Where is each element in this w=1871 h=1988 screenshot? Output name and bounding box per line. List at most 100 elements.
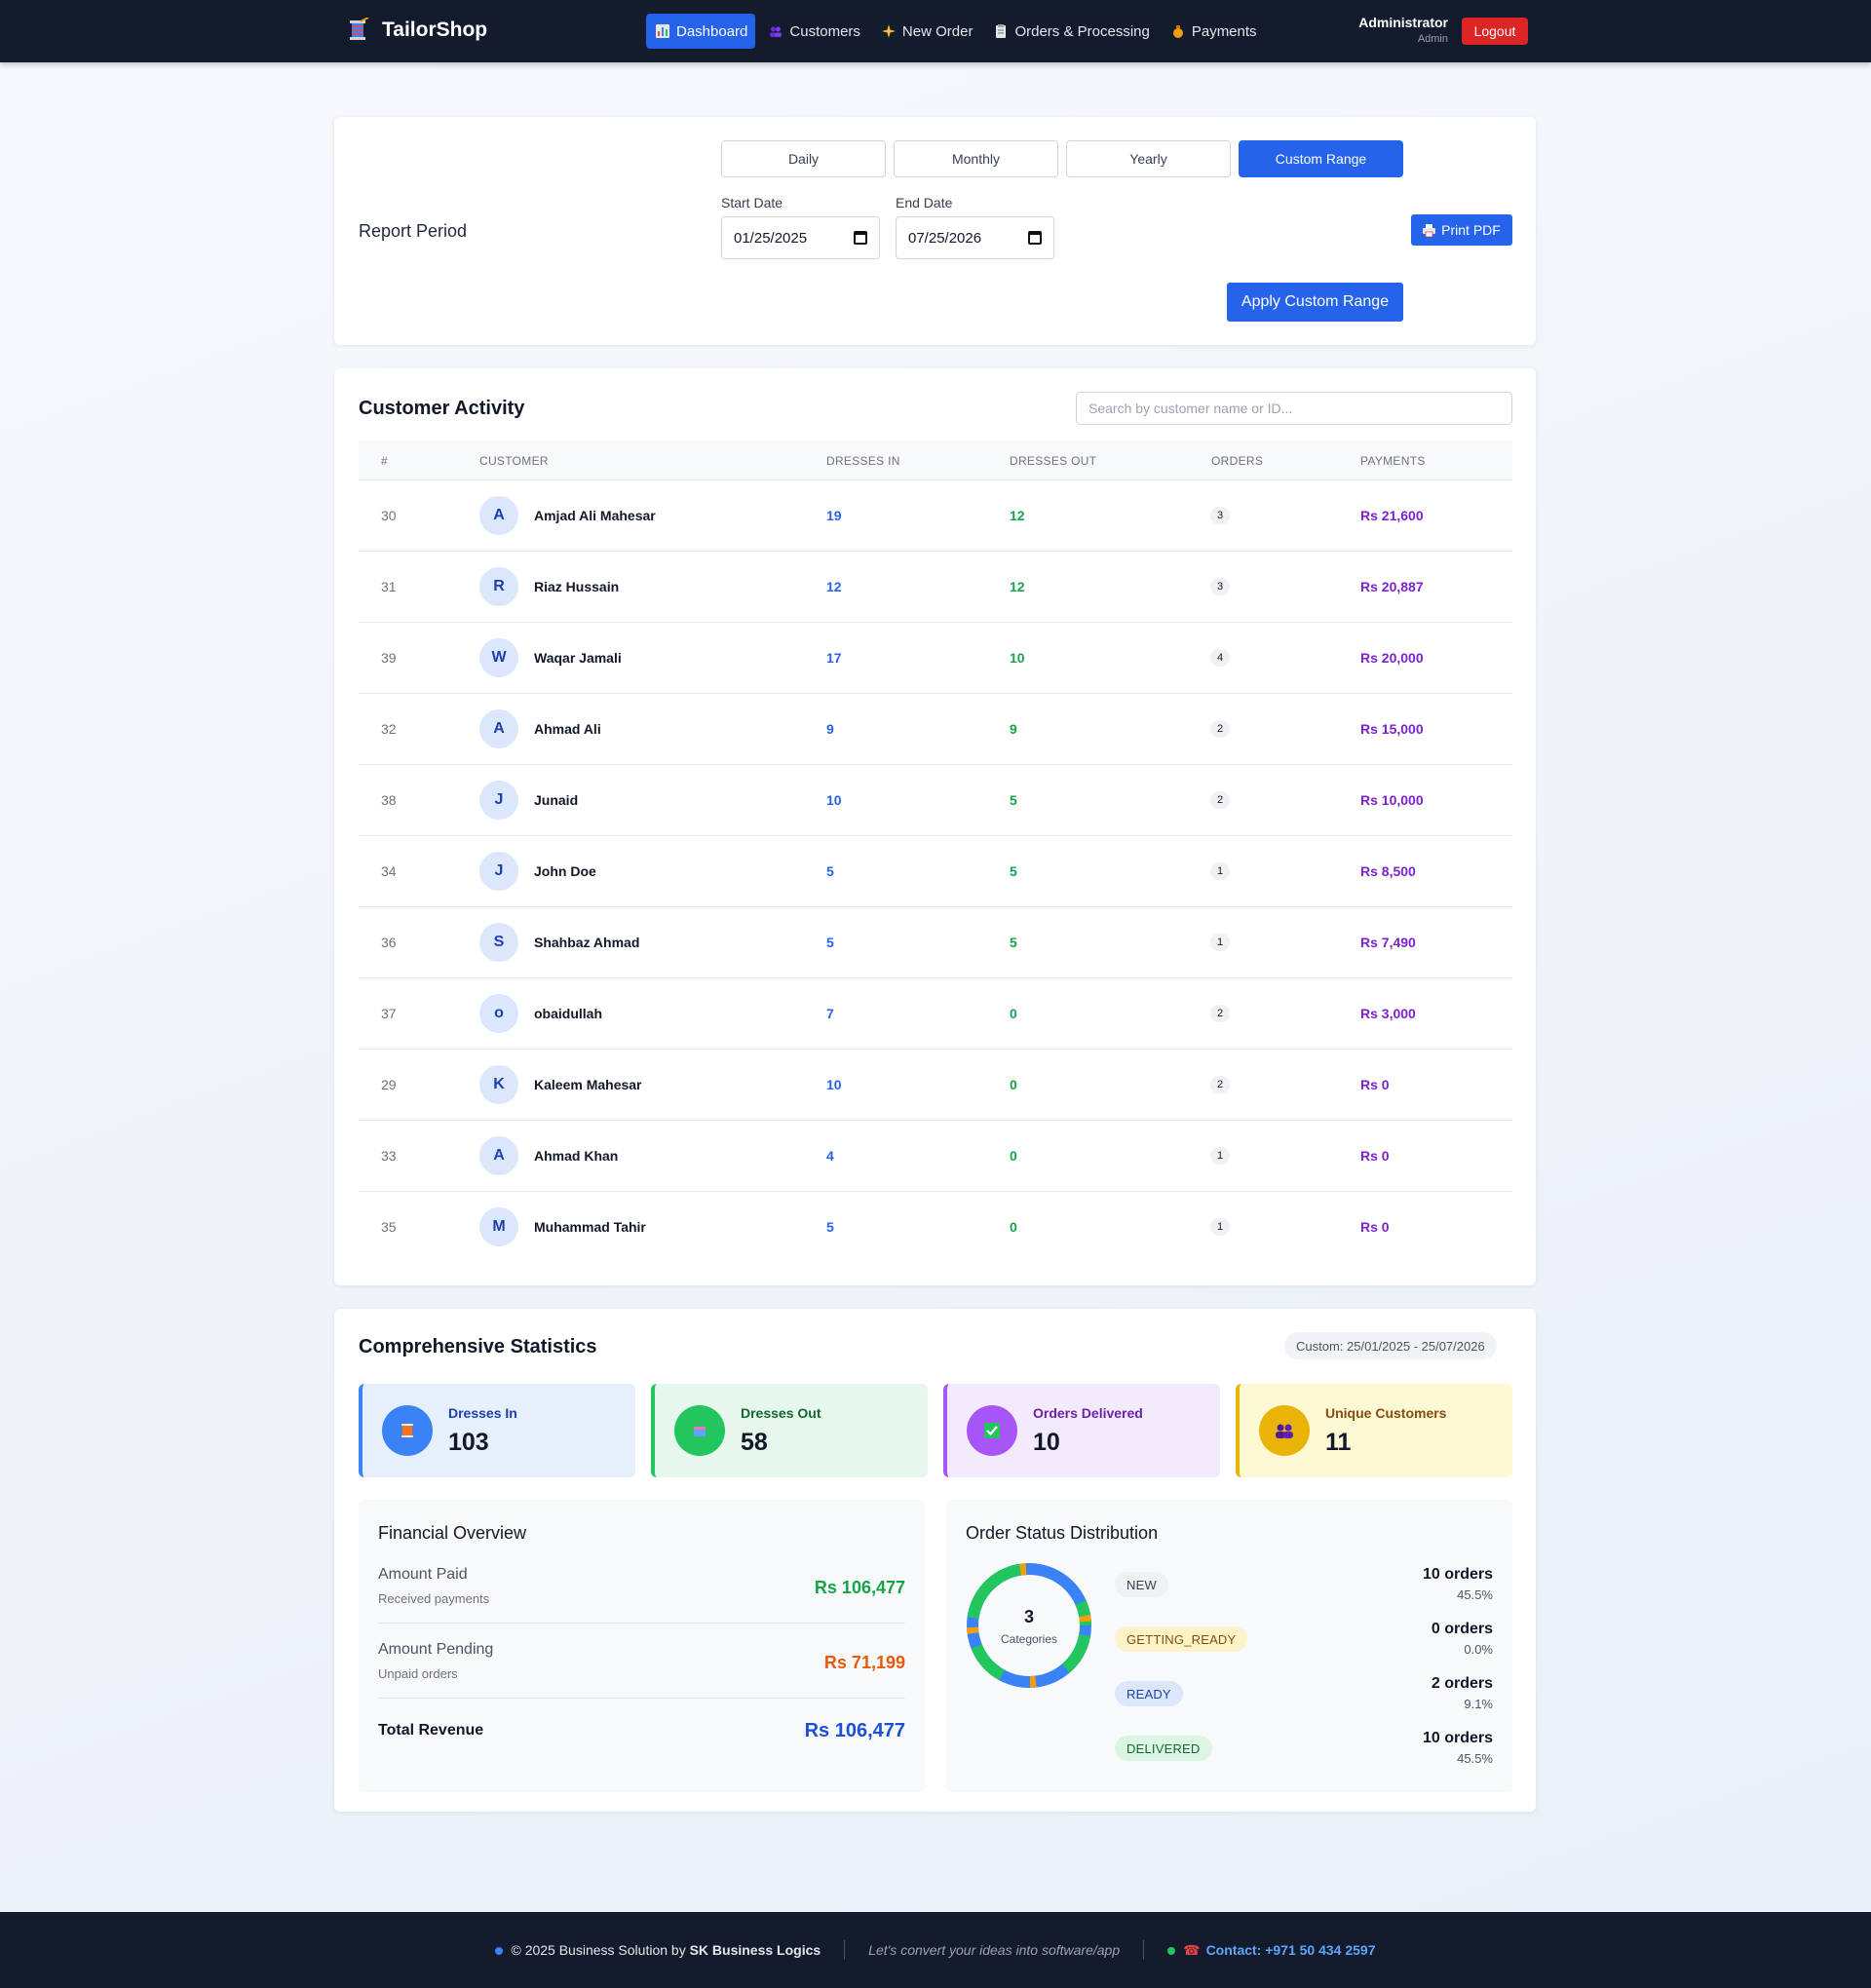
status-count-getting-ready: 0 orders 0.0% [1432,1621,1493,1657]
statistics-card: Comprehensive Statistics Custom: 25/01/2… [334,1309,1536,1812]
dresses-out-value: 5 [1010,792,1017,808]
table-row[interactable]: 30 A Amjad Ali Mahesar 19 12 3 Rs 21,600 [359,480,1512,552]
status-orders: 0 orders [1431,1621,1493,1637]
table-row[interactable]: 36 S Shahbaz Ahmad 5 5 1 Rs 7,490 [359,907,1512,978]
stat-label: Orders Delivered [1033,1405,1143,1421]
customer-search-input[interactable] [1076,392,1512,425]
footer-copyright: © 2025 Business Solution by SK Business … [495,1942,821,1958]
nav-item-orders-processing[interactable]: Orders & Processing [986,14,1157,49]
calendar-icon[interactable] [1028,231,1042,245]
stat-value: 11 [1325,1429,1352,1456]
customer-name: Riaz Hussain [534,579,620,594]
payments-value: Rs 10,000 [1360,792,1424,808]
stat-value: 10 [1033,1429,1060,1456]
table-row[interactable]: 29 K Kaleem Mahesar 10 0 2 Rs 0 [359,1050,1512,1121]
table-row[interactable]: 32 A Ahmad Ali 9 9 2 Rs 15,000 [359,694,1512,765]
column-header-dresses-out: DRESSES OUT [1010,454,1097,468]
status-badge-delivered: DELIVERED [1115,1736,1212,1761]
nav-item-customers[interactable]: Customers [761,14,868,49]
amount-pending-value: Rs 71,199 [823,1653,905,1672]
customer-name: Muhammad Tahir [534,1219,646,1235]
nav-item-new-order[interactable]: New Order [874,14,981,49]
customer-name: John Doe [534,863,596,879]
copyright-text: © 2025 Business Solution by [511,1942,690,1958]
table-row[interactable]: 31 R Riaz Hussain 12 12 3 Rs 20,887 [359,552,1512,623]
table-row[interactable]: 39 W Waqar Jamali 17 10 4 Rs 20,000 [359,623,1512,694]
customer-id: 37 [381,1006,397,1021]
period-daily-button[interactable]: Daily [721,140,886,177]
total-revenue-value: Rs 106,477 [804,1720,905,1741]
report-period-card: Report Period Daily Monthly Yearly Custo… [334,117,1536,345]
dot-icon [495,1947,504,1956]
customer-name: Shahbaz Ahmad [534,935,640,950]
status-orders: 10 orders [1422,1566,1493,1583]
orders-badge: 2 [1210,1076,1230,1093]
calendar-icon[interactable] [854,231,867,245]
column-header-dresses-in: DRESSES IN [826,454,900,468]
dresses-out-value: 0 [1010,1077,1017,1092]
financial-overview-panel: Financial Overview Amount Paid Received … [359,1500,925,1792]
print-pdf-button[interactable]: Print PDF [1411,214,1512,246]
status-badge-getting-ready: GETTING_READY [1115,1626,1248,1652]
bar-chart-icon [656,24,669,38]
orders-badge: 3 [1210,578,1230,595]
brand[interactable]: TailorShop [347,18,487,43]
period-custom-range-button[interactable]: Custom Range [1239,140,1403,177]
brand-name: TailorShop [382,19,488,41]
orders-badge: 1 [1210,934,1230,951]
start-date-label: Start Date [721,195,783,210]
status-badge-ready: READY [1115,1681,1183,1706]
customer-name: obaidullah [534,1006,602,1021]
logout-button[interactable]: Logout [1462,18,1528,45]
orders-badge: 1 [1210,1218,1230,1236]
avatar: K [479,1065,518,1104]
dresses-out-value: 10 [1010,650,1025,666]
status-orders: 2 orders [1431,1675,1493,1692]
stat-card-dresses-out: Dresses Out 58 [651,1384,928,1477]
avatar: A [479,1136,518,1175]
report-period-title: Report Period [359,221,468,241]
status-percent: 45.5% [1457,1751,1493,1766]
orders-badge: 3 [1210,507,1230,524]
nav-item-payments[interactable]: Payments [1164,14,1265,49]
footer: © 2025 Business Solution by SK Business … [0,1912,1871,1988]
footer-contact[interactable]: ☎ Contact: +971 50 434 2597 [1167,1942,1376,1959]
dresses-in-value: 5 [826,863,834,879]
stat-value: 103 [448,1429,489,1456]
table-row[interactable]: 34 J John Doe 5 5 1 Rs 8,500 [359,836,1512,907]
customer-id: 32 [381,721,397,737]
table-row[interactable]: 35 M Muhammad Tahir 5 0 1 Rs 0 [359,1192,1512,1263]
customer-name: Waqar Jamali [534,650,622,666]
dresses-in-value: 5 [826,1219,834,1235]
customer-id: 36 [381,935,397,950]
end-date-input[interactable]: 07/25/2026 [896,216,1054,259]
orders-badge: 4 [1210,649,1230,667]
dresses-in-value: 7 [826,1006,834,1021]
total-revenue-row: Total Revenue Rs 106,477 [378,1720,905,1751]
avatar: J [479,781,518,820]
customer-activity-title: Customer Activity [359,398,525,419]
start-date-input[interactable]: 01/25/2025 [721,216,880,259]
nav-item-dashboard[interactable]: Dashboard [646,14,756,49]
check-icon [967,1405,1017,1456]
table-row[interactable]: 37 o obaidullah 7 0 2 Rs 3,000 [359,978,1512,1050]
period-yearly-button[interactable]: Yearly [1066,140,1231,177]
status-count-delivered: 10 orders 45.5% [1423,1730,1493,1766]
customer-table-body: 30 A Amjad Ali Mahesar 19 12 3 Rs 21,600 31 R Ri… [359,480,1512,1263]
payments-value: Rs 20,887 [1360,579,1424,594]
dresses-in-value: 5 [826,935,834,950]
nav-menu: Dashboard Customers New Order Orders & P… [646,14,1265,49]
dresses-in-value: 9 [826,721,834,737]
dresses-out-value: 12 [1010,579,1025,594]
printer-icon [1423,223,1436,237]
dresses-out-value: 5 [1010,863,1017,879]
order-status-title: Order Status Distribution [966,1523,1159,1543]
date-range-badge: Custom: 25/01/2025 - 25/07/2026 [1284,1332,1497,1359]
apply-custom-range-button[interactable]: Apply Custom Range [1227,283,1403,322]
period-monthly-button[interactable]: Monthly [894,140,1058,177]
table-row[interactable]: 33 A Ahmad Khan 4 0 1 Rs 0 [359,1121,1512,1192]
table-row[interactable]: 38 J Junaid 10 5 2 Rs 10,000 [359,765,1512,836]
avatar: M [479,1207,518,1246]
payments-value: Rs 7,490 [1360,935,1416,950]
order-status-panel: Order Status Distribution 3 Categories N… [946,1500,1512,1792]
